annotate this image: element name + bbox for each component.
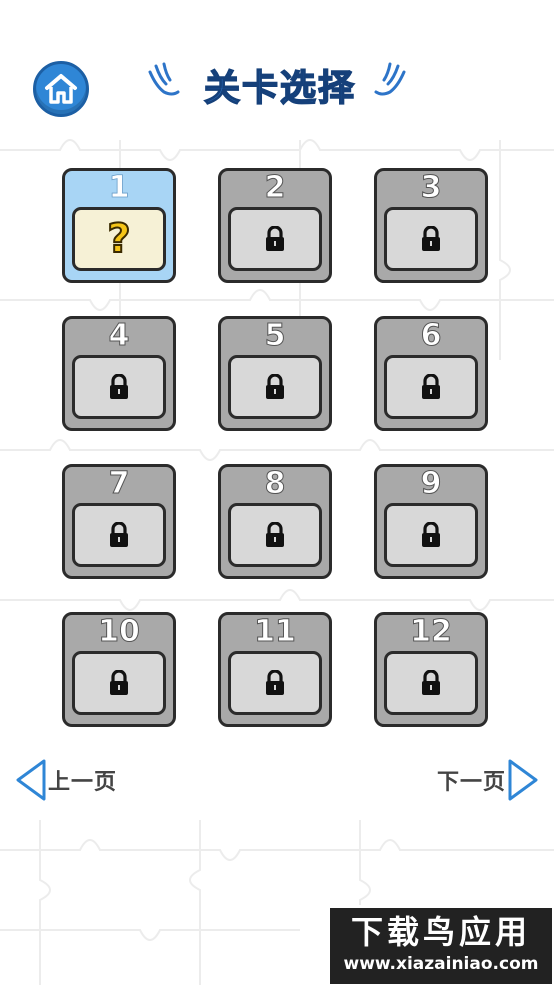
- lock-icon: [110, 522, 128, 547]
- level-tile[interactable]: 3: [374, 168, 488, 283]
- level-tile[interactable]: 8: [218, 464, 332, 579]
- level-number: 4: [108, 318, 130, 353]
- level-number: 9: [420, 466, 442, 501]
- level-number: 6: [420, 318, 442, 353]
- level-number: 1: [108, 170, 130, 205]
- lock-icon: [266, 670, 284, 695]
- next-page-button[interactable]: 下一页: [437, 757, 542, 803]
- watermark-logo: 下载鸟应用 www.xiazainiao.com: [330, 908, 552, 984]
- lock-icon: [422, 226, 440, 251]
- level-grid: 1? 2 3 4 5 6 7 8 9 10 11 12: [62, 168, 488, 727]
- level-tile[interactable]: 11: [218, 612, 332, 727]
- level-tile[interactable]: 1?: [62, 168, 176, 283]
- level-panel: [72, 503, 166, 567]
- level-number: 2: [264, 170, 286, 205]
- level-panel: [228, 651, 322, 715]
- level-number: 12: [410, 614, 453, 649]
- level-number: 7: [108, 466, 130, 501]
- level-tile[interactable]: 4: [62, 316, 176, 431]
- chevron-left-icon: [16, 759, 46, 801]
- level-tile[interactable]: 5: [218, 316, 332, 431]
- level-number: 11: [254, 614, 297, 649]
- level-panel: [228, 355, 322, 419]
- level-number: 3: [420, 170, 442, 205]
- chevron-right-icon: [508, 759, 538, 801]
- lock-icon: [110, 670, 128, 695]
- prev-page-label: 上一页: [48, 770, 118, 795]
- lock-icon: [422, 374, 440, 399]
- level-panel: [72, 355, 166, 419]
- level-panel: [384, 503, 478, 567]
- question-mark-icon: ?: [106, 216, 131, 262]
- level-panel: ?: [72, 207, 166, 271]
- home-button[interactable]: [33, 61, 89, 117]
- level-tile[interactable]: 12: [374, 612, 488, 727]
- right-hand-icon: [374, 62, 406, 96]
- level-panel: [384, 207, 478, 271]
- lock-icon: [266, 374, 284, 399]
- level-number: 8: [264, 466, 286, 501]
- level-tile[interactable]: 7: [62, 464, 176, 579]
- prev-page-button[interactable]: 上一页: [12, 757, 117, 803]
- level-tile[interactable]: 2: [218, 168, 332, 283]
- home-icon: [45, 74, 77, 104]
- lock-icon: [266, 226, 284, 251]
- level-panel: [228, 207, 322, 271]
- level-tile[interactable]: 6: [374, 316, 488, 431]
- level-panel: [72, 651, 166, 715]
- lock-icon: [266, 522, 284, 547]
- watermark-url: www.xiazainiao.com: [343, 954, 539, 974]
- watermark-title: 下载鸟应用: [350, 913, 531, 951]
- level-tile[interactable]: 9: [374, 464, 488, 579]
- page-title: 关卡选择: [203, 67, 356, 110]
- level-tile[interactable]: 10: [62, 612, 176, 727]
- lock-icon: [422, 670, 440, 695]
- level-panel: [228, 503, 322, 567]
- level-panel: [384, 651, 478, 715]
- level-number: 5: [264, 318, 286, 353]
- level-number: 10: [98, 614, 141, 649]
- lock-icon: [422, 522, 440, 547]
- next-page-label: 下一页: [436, 770, 506, 795]
- level-panel: [384, 355, 478, 419]
- lock-icon: [110, 374, 128, 399]
